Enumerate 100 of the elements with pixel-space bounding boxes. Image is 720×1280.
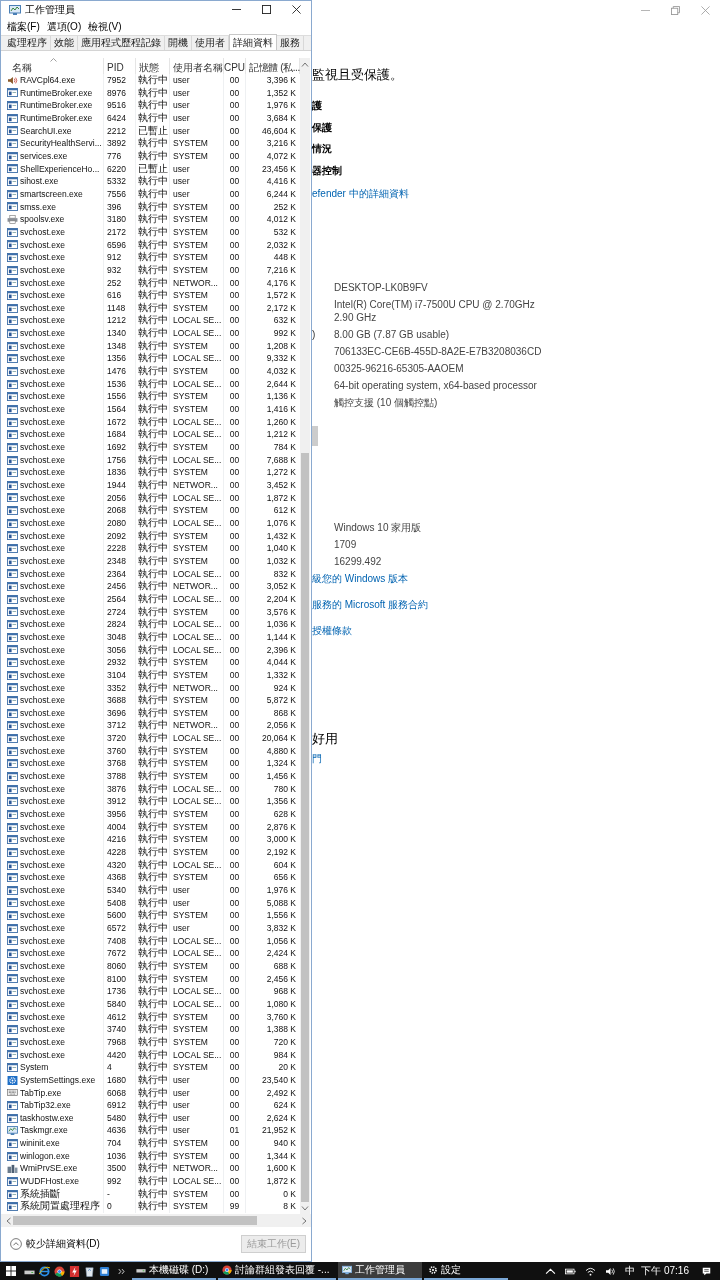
memory-cell-text: 4,176 K (265, 276, 297, 290)
app-icon[interactable] (99, 1265, 110, 1277)
protection-item[interactable]: 保護 (312, 116, 342, 139)
menu-item[interactable]: 檔案(F) (7, 19, 40, 34)
horizontal-scrollbar[interactable] (1, 1214, 311, 1227)
taskbar-button[interactable]: 設定 (424, 1262, 508, 1280)
collapse-icon[interactable] (10, 1238, 22, 1250)
status-cell: 執行中 (136, 1099, 170, 1112)
scroll-down-icon[interactable] (301, 1206, 309, 1211)
process-name: svchost.exe (20, 504, 65, 517)
pid-cell: 616 (104, 289, 136, 302)
user-cell: SYSTEM (170, 554, 224, 568)
process-name: svchost.exe (20, 884, 65, 897)
user-cell: SYSTEM (170, 1035, 224, 1049)
column-header[interactable]: 使用者名稱 (173, 61, 223, 74)
app-window-icon (7, 569, 18, 579)
memory-cell-text: 448 K (272, 251, 297, 264)
tab[interactable]: 應用程式歷程記錄 (78, 36, 165, 50)
app-window-icon (7, 468, 18, 478)
browser-icon[interactable] (39, 1265, 50, 1277)
scrollbar-thumb[interactable] (13, 1216, 257, 1225)
memory-cell-text: 252 K (272, 200, 297, 214)
memory-cell-text: 7,688 K (265, 453, 297, 467)
notification-icon[interactable] (701, 1266, 712, 1276)
status-cell: 執行中 (136, 580, 170, 593)
tab[interactable]: 處理程序 (4, 36, 51, 50)
menu-item[interactable]: 檢視(V) (88, 19, 122, 34)
user-cell: user (170, 187, 224, 201)
app-window-icon (7, 1189, 18, 1199)
user-cell: SYSTEM (170, 1149, 224, 1163)
scroll-left-icon[interactable] (6, 1216, 11, 1225)
memory-cell-text: 1,144 K (265, 630, 297, 644)
lightning-icon[interactable] (69, 1265, 80, 1277)
user-cell: SYSTEM (170, 871, 224, 884)
taskbar-button[interactable]: 討論群組發表回覆 -... (218, 1262, 336, 1280)
scroll-up-icon[interactable] (301, 62, 309, 67)
tab[interactable]: 詳細資料 (229, 34, 277, 50)
chrome-icon[interactable] (54, 1265, 65, 1277)
tab[interactable]: 開機 (165, 36, 192, 50)
status-cell: 執行中 (136, 554, 170, 568)
memory-cell-text: 8 K (282, 1200, 297, 1214)
help-link[interactable]: 門 (312, 752, 322, 767)
pid-cell: 3740 (104, 1023, 136, 1036)
protection-item[interactable]: 器控制 (312, 159, 342, 182)
recycle-bin-icon[interactable] (84, 1265, 95, 1277)
user-cell: SYSTEM (170, 301, 224, 315)
pid-cell: 0 (104, 1200, 136, 1214)
cpu-cell: 00 (224, 972, 246, 986)
memory-cell-text: 21,952 K (260, 1124, 297, 1138)
column-header[interactable]: CPU (223, 61, 246, 74)
column-header[interactable]: PID (107, 61, 124, 74)
restore-button[interactable] (671, 5, 680, 15)
cpu-cell: 00 (224, 187, 246, 201)
protection-item[interactable]: 護 (312, 95, 342, 117)
status-cell: 執行中 (136, 314, 170, 328)
user-cell: SYSTEM (170, 1023, 224, 1036)
status-cell: 執行中 (136, 213, 170, 226)
wifi-icon[interactable] (585, 1266, 597, 1276)
column-header[interactable]: 記憶體 (私... (249, 61, 300, 74)
chevron-up-icon[interactable] (545, 1266, 557, 1276)
battery-icon[interactable] (565, 1266, 577, 1276)
volume-icon[interactable] (605, 1266, 617, 1276)
process-name: svchost.exe (20, 909, 65, 922)
menu-item[interactable]: 選項(O) (46, 19, 82, 34)
details-link[interactable]: efender 中的詳細資料 (312, 187, 409, 202)
app-window-icon (7, 442, 18, 452)
settings-link[interactable]: 授權條款 (312, 624, 429, 639)
settings-link[interactable]: 服務的 Microsoft 服務合約 (312, 598, 429, 613)
chevron-icon[interactable] (118, 1267, 126, 1275)
process-name: SecurityHealthServi... (20, 137, 102, 150)
user-cell: SYSTEM (170, 808, 224, 821)
status-cell: 執行中 (136, 681, 170, 695)
taskbar-button[interactable]: 本機磁碟 (D:) (132, 1262, 216, 1280)
user-cell: NETWOR... (170, 580, 224, 593)
column-header[interactable]: 狀態 (139, 61, 159, 74)
vertical-scrollbar[interactable] (300, 58, 310, 1214)
close-button[interactable] (292, 5, 301, 14)
settings-link[interactable]: 級您的 Windows 版本 (312, 572, 429, 587)
user-cell: NETWOR... (170, 479, 224, 492)
protection-item[interactable]: 情況 (312, 138, 342, 160)
clock[interactable]: 下午 07:16 (641, 1264, 689, 1278)
column-header[interactable]: 名稱 (12, 61, 32, 74)
windows-logo-icon[interactable] (6, 1266, 16, 1276)
status-cell: 執行中 (136, 187, 170, 201)
pid-cell: 992 (104, 1175, 136, 1188)
tab[interactable]: 服務 (277, 36, 304, 50)
tab[interactable]: 效能 (51, 36, 78, 50)
status-cell: 執行中 (136, 1149, 170, 1163)
taskbar-button[interactable]: 工作管理員 (338, 1262, 422, 1280)
user-cell: LOCAL SE... (170, 516, 224, 530)
process-name: RuntimeBroker.exe (20, 86, 93, 100)
pid-cell: 6220 (104, 162, 136, 176)
memory-cell-text: 6,244 K (265, 187, 297, 201)
scroll-right-icon[interactable] (302, 1216, 307, 1225)
scrollbar-thumb[interactable] (301, 453, 309, 1202)
monitor-icon (7, 1126, 18, 1136)
fewer-details-link[interactable]: 較少詳細資料(D) (26, 1237, 100, 1251)
pid-cell: 5480 (104, 1111, 136, 1125)
maximize-button[interactable] (262, 5, 271, 14)
input-method-indicator[interactable]: 中 (625, 1264, 636, 1278)
